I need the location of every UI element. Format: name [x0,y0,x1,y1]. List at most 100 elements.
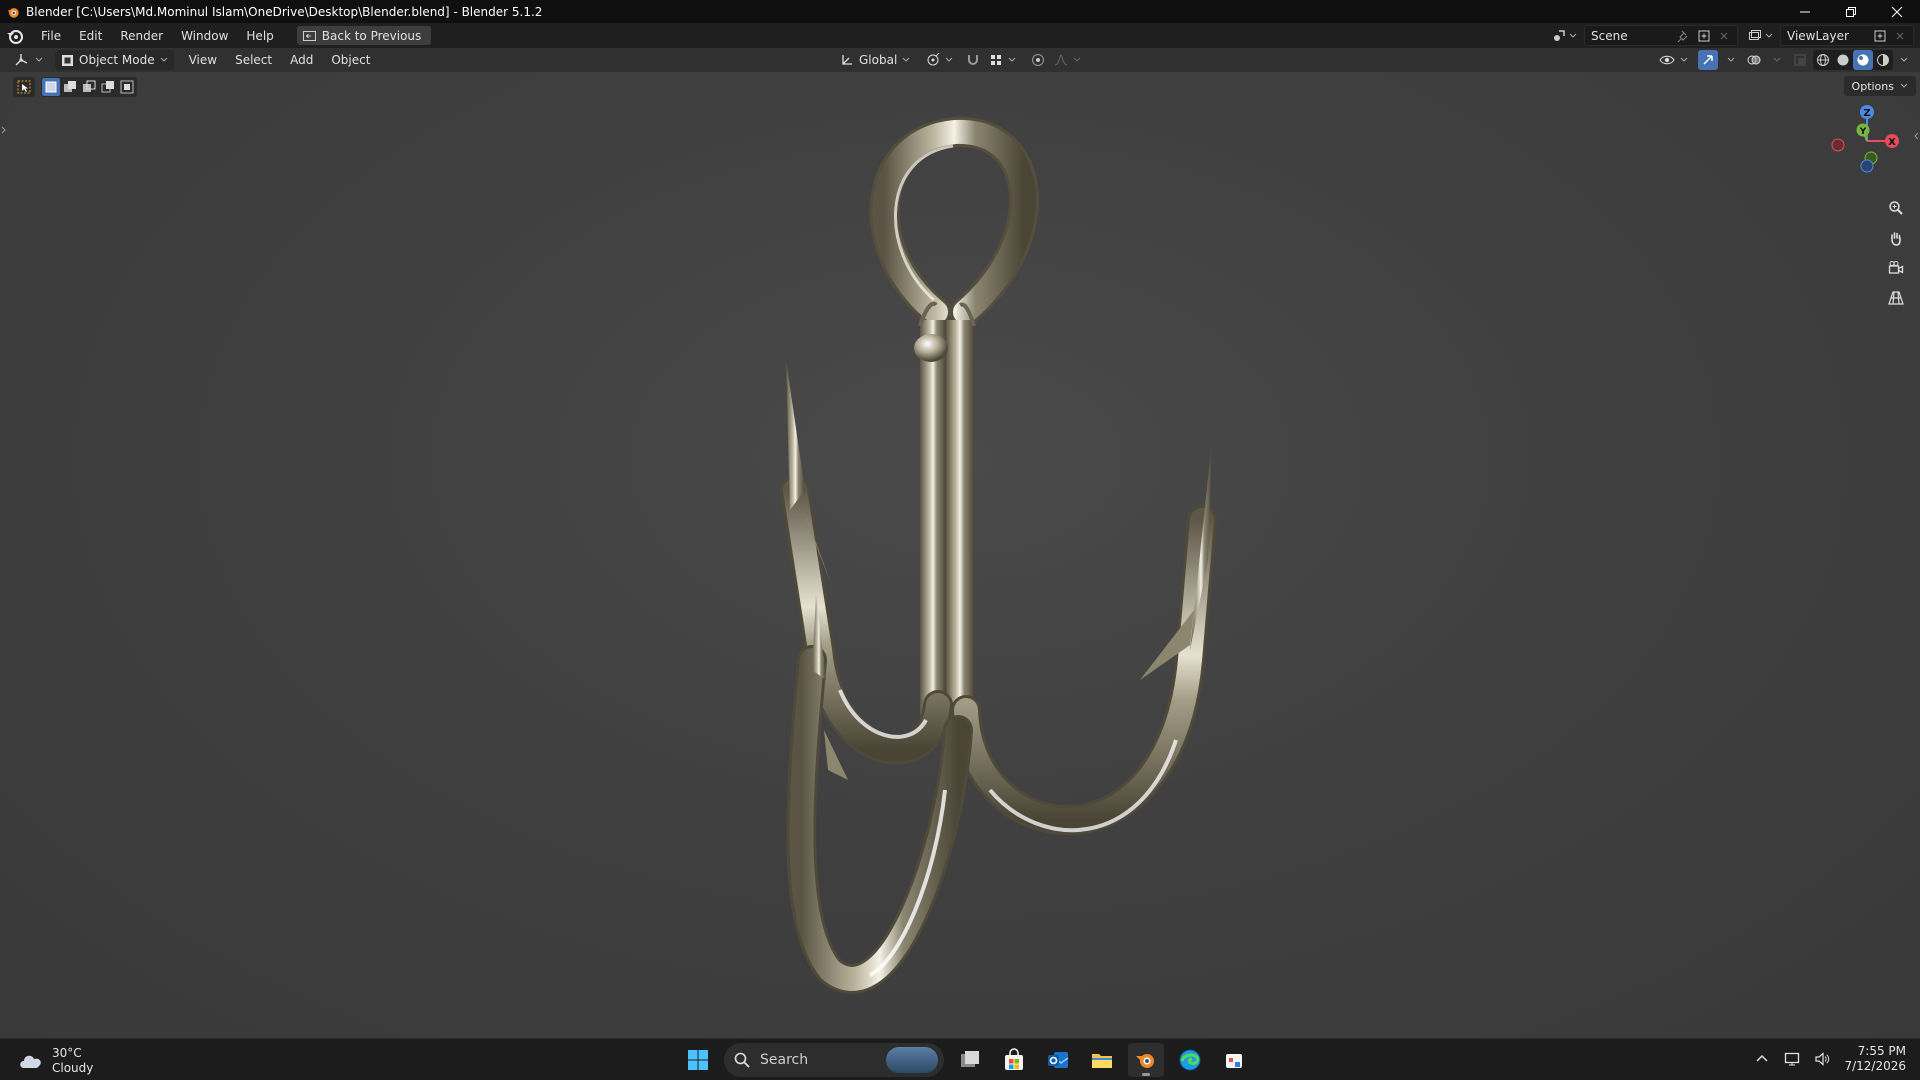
snipping-tool-icon [1226,1054,1242,1068]
gizmo-neg-z-handle[interactable] [1860,159,1874,173]
zoom-icon [1889,201,1903,215]
microsoft-store-button[interactable] [996,1043,1032,1077]
xray-icon [1794,54,1806,66]
chevron-down-icon [1762,29,1776,43]
view-layer-icon[interactable] [1748,29,1762,43]
viewport-menu-add[interactable]: Add [281,50,322,70]
remove-view-layer-icon[interactable] [1893,29,1907,43]
cursor-select-icon [17,80,31,94]
object-mode-dropdown[interactable]: Object Mode [55,50,174,70]
restore-button[interactable] [1828,0,1874,23]
file-explorer-button[interactable] [1084,1043,1120,1077]
3d-viewport[interactable]: Options Z X Y [0,72,1920,1038]
select-subtract-icon [83,80,96,92]
network-monitor-icon[interactable] [1784,1051,1800,1067]
menu-render[interactable]: Render [111,26,172,46]
viewport-header: Object Mode View Select Add Object Globa… [0,48,1920,72]
snap-toggle[interactable] [963,50,983,70]
wireframe-shading-button[interactable] [1813,50,1833,70]
zoom-view-button[interactable] [1884,196,1908,220]
viewport-menu-view[interactable]: View [180,50,226,70]
blender-logo-icon[interactable] [6,27,24,45]
snap-target-dropdown[interactable] [987,50,1018,70]
snipping-tool-button[interactable] [1216,1043,1252,1077]
view-layer-selector[interactable]: ViewLayer [1748,25,1914,46]
gizmo-z-label: Z [1863,108,1870,119]
navigation-gizmo[interactable]: Z X Y [1818,92,1908,182]
window-title-bar: Blender [C:\Users\Md.Mominul Islam\OneDr… [0,0,1920,23]
chevron-down-icon [1073,57,1081,62]
editor-type-selector[interactable] [8,50,49,70]
menu-window[interactable]: Window [172,26,237,46]
pin-icon[interactable] [1677,29,1691,43]
transform-orientation-dropdown[interactable]: Global [834,50,916,70]
new-scene-icon[interactable] [1697,29,1711,43]
object-visibility-dropdown[interactable] [1656,50,1691,70]
proportional-editing-icon [1032,54,1045,66]
select-extend-button[interactable] [61,78,79,96]
blender-taskbar-button[interactable] [1128,1043,1164,1077]
back-to-previous-label: Back to Previous [321,28,422,43]
treble-hook-model[interactable] [720,90,1280,1038]
clock-time: 7:55 PM [1857,1044,1906,1058]
toggle-perspective-button[interactable] [1884,286,1908,310]
store-bag-icon [1005,1048,1023,1070]
viewport-menu-select[interactable]: Select [226,50,281,70]
close-icon [1891,6,1903,17]
start-button[interactable] [680,1043,716,1077]
menu-file[interactable]: File [32,26,70,46]
scene-name[interactable]: Scene [1591,29,1671,43]
snap-increment-icon [991,55,1002,65]
select-new-button[interactable] [42,78,60,96]
select-intersect-button[interactable] [118,78,136,96]
menu-edit[interactable]: Edit [70,26,111,46]
show-overlays-toggle[interactable] [1744,50,1764,70]
minimize-button[interactable] [1782,0,1828,23]
taskbar-search-box[interactable]: Search [724,1043,944,1077]
select-subtract-button[interactable] [80,78,98,96]
volume-speaker-icon[interactable] [1814,1051,1830,1067]
rendered-shading-button[interactable] [1873,50,1893,70]
edge-browser-button[interactable] [1172,1043,1208,1077]
proportional-editing-toggle[interactable] [1028,50,1048,70]
xray-toggle[interactable] [1790,50,1810,70]
viewport-menu-object[interactable]: Object [322,50,379,70]
weather-widget[interactable]: 30°C Cloudy [18,1046,93,1076]
chevron-down-icon [1008,57,1016,62]
gizmo-neg-x-handle[interactable] [1831,138,1845,152]
chevron-down-icon[interactable] [1727,56,1735,64]
close-button[interactable] [1874,0,1920,23]
select-tool-button[interactable] [13,77,35,97]
taskbar-apps: Search [680,1043,1252,1077]
back-to-previous-button[interactable]: Back to Previous [296,26,432,45]
gizmo-y-label: Y [1859,127,1867,137]
outlook-button[interactable] [1040,1043,1076,1077]
scene-selector[interactable]: Scene [1552,25,1738,46]
show-gizmo-toggle[interactable] [1698,50,1718,70]
search-highlight-image [886,1047,938,1073]
new-view-layer-icon[interactable] [1873,29,1887,43]
select-invert-button[interactable] [99,78,117,96]
material-preview-shading-button[interactable] [1853,50,1873,70]
scene-icon[interactable] [1552,29,1566,43]
taskbar-clock[interactable]: 7:55 PM 7/12/2026 [1844,1044,1906,1074]
menu-help[interactable]: Help [237,26,282,46]
view-layer-name[interactable]: ViewLayer [1787,29,1867,43]
chevron-down-icon[interactable] [1900,56,1908,64]
pivot-point-dropdown[interactable] [920,50,959,70]
rendered-sphere-icon [1877,54,1889,66]
outlook-icon [1048,1052,1069,1068]
pan-view-button[interactable] [1884,226,1908,250]
show-hidden-icons-chevron-icon[interactable] [1754,1051,1770,1067]
toolbar-expand-icon[interactable] [0,122,8,138]
remove-scene-icon[interactable] [1717,29,1731,43]
task-view-button[interactable] [952,1043,988,1077]
options-label: Options [1851,79,1894,93]
chevron-down-icon[interactable] [1773,56,1781,64]
overlays-icon [1747,55,1761,65]
sidebar-expand-icon[interactable] [1912,128,1920,144]
camera-view-button[interactable] [1884,256,1908,280]
magnet-icon [968,55,979,65]
proportional-falloff-dropdown[interactable] [1052,50,1083,70]
solid-shading-button[interactable] [1833,50,1853,70]
